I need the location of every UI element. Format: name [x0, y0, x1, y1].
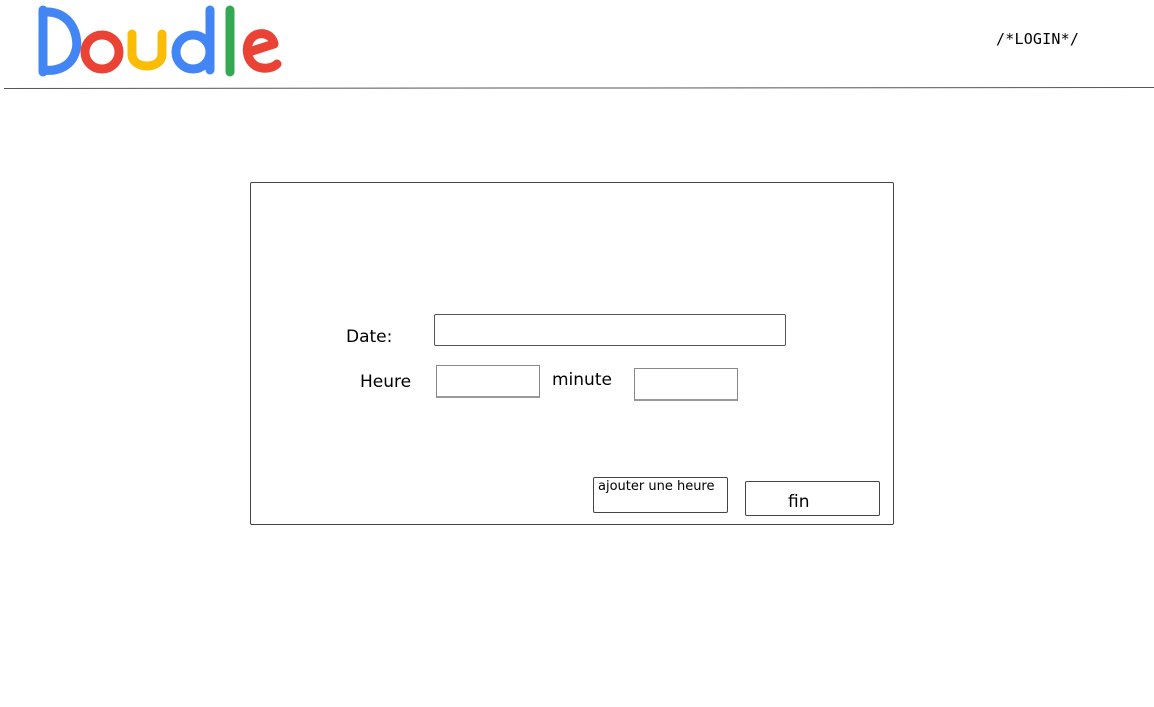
- date-label: Date:: [346, 327, 393, 347]
- logo-letter-o: [80, 30, 124, 74]
- page: /*LOGIN*/ Date: Heure minute ajouter une…: [0, 0, 1154, 707]
- add-hour-button-label: ajouter une heure: [598, 479, 715, 494]
- minute-label: minute: [552, 370, 612, 390]
- date-input[interactable]: [434, 314, 786, 346]
- hour-label: Heure: [360, 372, 412, 392]
- login-link[interactable]: /*LOGIN*/: [996, 30, 1079, 48]
- add-date-form-panel: Date: Heure minute ajouter une heure fin: [250, 182, 894, 525]
- logo-letter-u: [127, 29, 167, 71]
- finish-button-label: fin: [788, 492, 810, 512]
- minute-input[interactable]: [634, 368, 738, 401]
- add-hour-button[interactable]: ajouter une heure: [593, 477, 728, 513]
- logo-letter-d-capital: [38, 5, 82, 77]
- header-divider: [3, 86, 1154, 89]
- hour-input[interactable]: [436, 365, 540, 398]
- logo-letter-e: [242, 29, 282, 73]
- finish-button[interactable]: fin: [745, 481, 880, 516]
- doudle-logo[interactable]: [34, 0, 294, 82]
- doudle-logo-graphic: [38, 5, 282, 77]
- logo-letter-d: [171, 5, 215, 75]
